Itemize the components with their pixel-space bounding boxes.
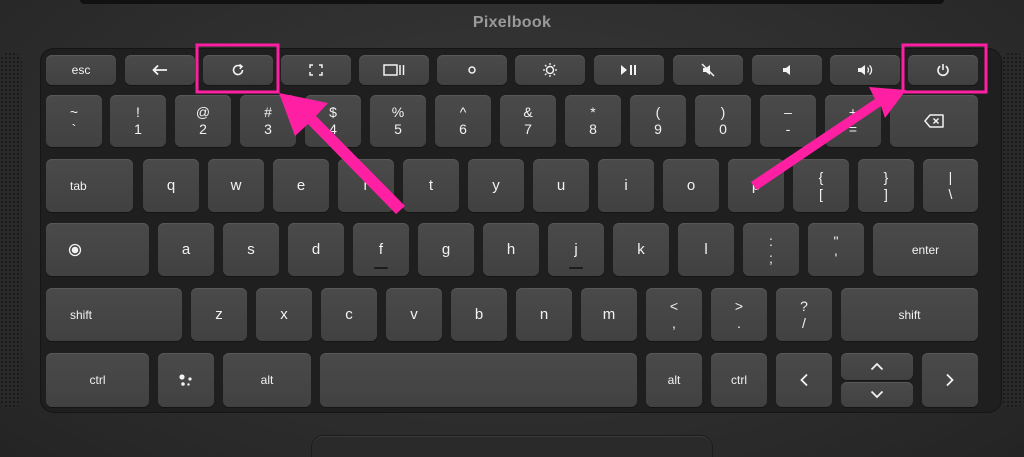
highlight-box-refresh <box>195 43 280 94</box>
highlight-annotations <box>195 43 988 214</box>
highlight-box-power <box>901 43 988 94</box>
arrow-to-power <box>751 87 906 190</box>
pixelbook-keyboard-photo: Pixelbook esc ~ ` ! 1 @2 #3 $4 % 5 ^ 6 & 7 * <box>0 0 1024 457</box>
arrow-to-refresh <box>279 93 405 214</box>
